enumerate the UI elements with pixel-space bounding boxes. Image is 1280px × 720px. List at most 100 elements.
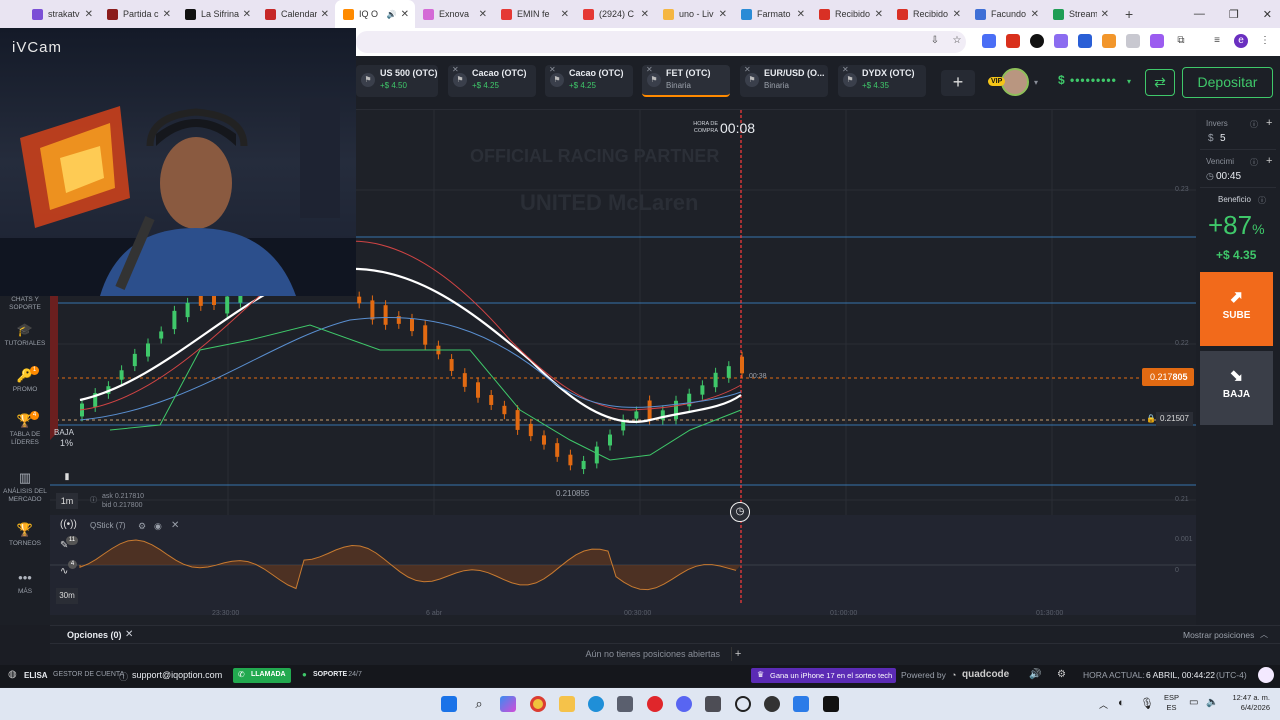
tab-close-icon[interactable]: ✕ <box>641 9 649 20</box>
indicator-visibility-icon[interactable]: ◉ <box>154 521 162 532</box>
expiration-field[interactable]: Vencimi ⓘ + ◷ 00:45 <box>1200 152 1276 188</box>
sidebar-item[interactable]: 🔑 1 PROMO <box>0 366 50 394</box>
balance-chevron-down-icon[interactable]: ▾ <box>1127 77 1131 86</box>
tab-audio-icon[interactable]: 🔊 <box>387 10 397 19</box>
tab-close-icon[interactable]: ✕ <box>797 9 805 20</box>
shield-extension-icon[interactable] <box>1126 34 1140 48</box>
indicator-close-icon[interactable]: ✕ <box>171 520 179 531</box>
asset-tab[interactable]: ⚑ ✕ DYDX (OTC) +$ 4.35 <box>838 65 926 97</box>
browser-tab[interactable]: Farmato ✕ <box>733 0 811 28</box>
sidebar-item[interactable]: ••• MÁS <box>0 570 50 596</box>
minimize-icon[interactable]: — <box>1194 8 1205 20</box>
deposit-button[interactable]: Depositar <box>1182 67 1273 98</box>
candle-interval-button[interactable]: 30m <box>56 588 78 604</box>
tiktok-icon[interactable] <box>823 696 839 712</box>
add-asset-button[interactable]: + <box>941 70 975 96</box>
opera-icon[interactable] <box>647 696 663 712</box>
tray-chevron-up-icon[interactable]: ︿ <box>1099 698 1108 711</box>
indicators-icon[interactable]: ((•)) <box>60 519 77 530</box>
network-icon[interactable]: ▭ <box>1189 697 1198 708</box>
browser-menu-icon[interactable]: ⋮ <box>1258 34 1272 48</box>
chevron-up-icon[interactable]: ︿ <box>1260 629 1268 640</box>
extension-icon[interactable] <box>1006 34 1020 48</box>
asset-tab[interactable]: ⚑ ✕ FET (OTC) Binaria <box>642 65 730 97</box>
sidebar-item[interactable]: 🎓 TUTORIALES <box>0 322 50 348</box>
extension-icon[interactable] <box>1054 34 1068 48</box>
sidebar-item[interactable]: ▥ ANÁLISIS DEL MERCADO <box>0 470 50 504</box>
install-app-icon[interactable]: ⇩ <box>928 34 942 48</box>
call-sube-button[interactable]: ⬈ SUBE <box>1200 272 1273 346</box>
indicator-settings-icon[interactable]: ⚙ <box>138 521 146 532</box>
profile-avatar[interactable]: e <box>1234 34 1248 48</box>
asset-close-icon[interactable]: ✕ <box>744 65 751 74</box>
investment-value[interactable]: 5 <box>1220 133 1226 144</box>
close-window-icon[interactable]: ✕ <box>1263 8 1272 21</box>
curve-tool-icon[interactable]: ∿ <box>60 566 68 577</box>
asset-tab[interactable]: ⚑ ✕ Cacao (OTC) +$ 4.25 <box>545 65 633 97</box>
extension-icon[interactable] <box>1078 34 1092 48</box>
copilot-icon[interactable] <box>500 696 516 712</box>
address-bar[interactable] <box>356 31 966 53</box>
tab-close-icon[interactable]: ✕ <box>1031 9 1039 20</box>
asset-close-icon[interactable]: ✕ <box>549 65 556 74</box>
asset-close-icon[interactable]: ✕ <box>452 65 459 74</box>
tab-close-icon[interactable]: ✕ <box>875 9 883 20</box>
add-position-icon[interactable]: + <box>730 647 745 661</box>
metamask-extension-icon[interactable] <box>1102 34 1116 48</box>
expiration-value[interactable]: 00:45 <box>1216 171 1241 182</box>
settings-gear-icon[interactable]: ⚙ <box>1057 669 1066 680</box>
cashier-icon[interactable]: ⇄ <box>1145 69 1175 96</box>
reading-list-icon[interactable]: ≡ <box>1210 34 1224 48</box>
tab-close-icon[interactable]: ✕ <box>401 9 409 20</box>
put-baja-button[interactable]: ⬊ BAJA <box>1200 351 1273 425</box>
asset-close-icon[interactable]: ✕ <box>842 65 849 74</box>
expiration-info-icon[interactable]: ⓘ <box>1250 157 1258 168</box>
restore-icon[interactable]: ❐ <box>1229 8 1239 21</box>
profit-info-icon[interactable]: ⓘ <box>1258 195 1266 206</box>
tab-close-icon[interactable]: ✕ <box>953 9 961 20</box>
app-icon[interactable] <box>793 696 809 712</box>
translate-extension-icon[interactable] <box>982 34 996 48</box>
investment-info-icon[interactable]: ⓘ <box>1250 119 1258 130</box>
asset-tab[interactable]: ⚑ ✕ Cacao (OTC) +$ 4.25 <box>448 65 536 97</box>
user-avatar[interactable] <box>1001 68 1029 96</box>
browser-tab[interactable]: EMIN fe ✕ <box>493 0 575 28</box>
tray-app-icon[interactable]: ◐ <box>1118 697 1125 709</box>
options-tab[interactable]: Opciones (0) <box>67 630 122 640</box>
browser-tab[interactable]: Partida c ✕ <box>99 0 177 28</box>
edge-icon[interactable] <box>588 696 604 712</box>
expiration-increase-icon[interactable]: + <box>1266 155 1272 167</box>
browser-tab[interactable]: uno - Liv ✕ <box>655 0 733 28</box>
calculator-icon[interactable] <box>705 696 721 712</box>
account-balance[interactable]: $ ••••••••• <box>1058 73 1117 87</box>
asset-close-icon[interactable]: ✕ <box>646 65 653 74</box>
system-clock[interactable]: 12:47 a. m. 6/4/2026 <box>1226 693 1270 713</box>
browser-tab[interactable]: Facundo ✕ <box>967 0 1045 28</box>
discord-icon[interactable] <box>676 696 692 712</box>
investment-field[interactable]: Invers ⓘ + $ 5 <box>1200 114 1276 150</box>
tab-close-icon[interactable]: ✕ <box>321 9 329 20</box>
chrome-icon[interactable] <box>530 696 546 712</box>
support-label[interactable]: SOPORTE <box>313 671 347 678</box>
new-tab-button[interactable]: + <box>1125 6 1133 22</box>
sidebar-item[interactable]: 🏆 4 TABLA DE LÍDERES <box>0 411 50 447</box>
puzzle-extensions-icon[interactable]: ⧉ <box>1174 34 1188 48</box>
browser-tab[interactable]: Exnova ✕ <box>415 0 493 28</box>
browser-tab[interactable]: Recibido ✕ <box>811 0 889 28</box>
info-icon[interactable]: ⓘ <box>90 495 97 505</box>
windows-start-icon[interactable] <box>441 696 457 712</box>
obs-icon[interactable] <box>735 696 751 712</box>
file-explorer-icon[interactable] <box>559 696 575 712</box>
tab-close-icon[interactable]: ✕ <box>719 9 727 20</box>
browser-tab[interactable]: Stream ✕ <box>1045 0 1115 28</box>
browser-tab[interactable]: Recibido ✕ <box>889 0 967 28</box>
browser-tab[interactable]: (2924) C ✕ <box>575 0 655 28</box>
bookmark-star-icon[interactable]: ☆ <box>950 34 964 48</box>
extension-icon[interactable] <box>1030 34 1044 48</box>
tab-close-icon[interactable]: ✕ <box>479 9 487 20</box>
tab-close-icon[interactable]: ✕ <box>561 9 569 20</box>
store-icon[interactable] <box>617 696 633 712</box>
browser-tab[interactable]: Calendar ✕ <box>257 0 335 28</box>
tab-close-icon[interactable]: ✕ <box>163 9 171 20</box>
language-indicator[interactable]: ESP ES <box>1164 693 1179 713</box>
